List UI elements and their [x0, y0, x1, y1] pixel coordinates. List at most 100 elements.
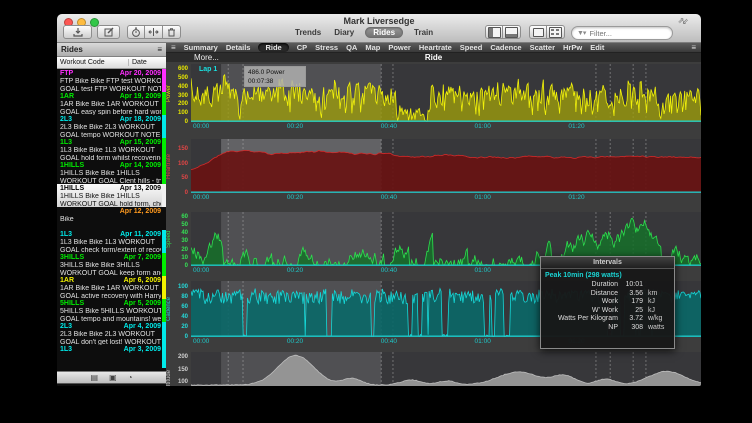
- ytick-label: 100: [178, 379, 188, 385]
- refresh-icon[interactable]: ◔: [128, 373, 133, 383]
- filter-funnel-icon: ▼▾: [577, 29, 585, 37]
- tab-edit[interactable]: Edit: [590, 43, 604, 52]
- ride-date: Apr 18, 2009: [120, 116, 161, 124]
- tab-details[interactable]: Details: [226, 43, 251, 52]
- sidebar-menu-icon[interactable]: ≡: [157, 45, 162, 54]
- ride-list-item[interactable]: 2L3Apr 18, 20092L3 Bike Bike 2L3 WORKOUT…: [57, 115, 166, 138]
- interval-stat-value: 25: [623, 307, 643, 316]
- ride-item-header: 1L3Apr 3, 2009: [60, 346, 161, 354]
- nav-tab-diary[interactable]: Diary: [332, 27, 356, 38]
- chart-tabbar: ≡ Summary Details Ride CP Stress QA Map Power Hea…: [166, 43, 701, 53]
- ride-date: Apr 4, 2009: [124, 323, 161, 331]
- bottombar-toggle-button[interactable]: [503, 25, 521, 39]
- tiled-view-button[interactable]: [547, 25, 565, 39]
- ride-item-header: 5HILLSApr 5, 2009: [60, 300, 161, 308]
- tab-power[interactable]: Power: [388, 43, 411, 52]
- chart-heartrate-plot[interactable]: [191, 139, 701, 193]
- tab-summary[interactable]: Summary: [184, 43, 218, 52]
- folder-icon[interactable]: ▣: [109, 373, 117, 383]
- tabbar-menu-right-icon[interactable]: ≡: [691, 43, 696, 52]
- ride-item-header: FTPApr 20, 2009: [60, 70, 161, 78]
- ride-list-item[interactable]: 1ARApr 19, 20091AR Bike Bike 1AR WORKOUT…: [57, 92, 166, 115]
- interval-stat-label: Duration: [541, 281, 623, 290]
- ride-date: Apr 13, 2009: [120, 185, 161, 193]
- nav-tab-rides[interactable]: Rides: [365, 27, 403, 38]
- ride-description-line: 1AR Bike Bike 1AR WORKOUT: [60, 285, 161, 293]
- ride-description-line: FTP Bike Bike FTP test WORKOUT: [60, 78, 161, 86]
- intervals-panel-title[interactable]: Intervals: [541, 257, 674, 269]
- fullscreen-icon[interactable]: ⇗⇗: [678, 17, 689, 25]
- sidebar-toggle-button[interactable]: [485, 25, 503, 39]
- ytick-label: 0: [185, 119, 188, 125]
- stopwatch-button[interactable]: [127, 25, 145, 39]
- sidebar-toggle-icon: [488, 27, 501, 38]
- tooltip-time-value: 00:07:38: [248, 77, 302, 86]
- ride-description-line: 1L3 Bike Bike 1L3 WORKOUT: [60, 239, 161, 247]
- ride-list-item[interactable]: 5HILLSApr 5, 20095HILLS Bike 5HILLS WORK…: [57, 299, 166, 322]
- ytick-label: 200: [178, 354, 188, 360]
- xtick-label: 00:00: [193, 123, 209, 130]
- ride-description-line: 3HILLS Bike Bike 3HILLS: [60, 262, 161, 270]
- ride-list-item[interactable]: 1ARApr 6, 20091AR Bike Bike 1AR WORKOUTG…: [57, 276, 166, 299]
- tab-hrpw[interactable]: HrPw: [563, 43, 582, 52]
- sidebar-column-headers: Workout Code Date: [57, 57, 166, 69]
- tab-cadence[interactable]: Cadence: [490, 43, 521, 52]
- calendar-icon[interactable]: ▤: [91, 373, 99, 383]
- sidebar-header: Rides ≡: [57, 43, 166, 57]
- column-date[interactable]: Date: [129, 59, 166, 66]
- ytick-label: 300: [178, 93, 188, 99]
- ytick-label: 50: [181, 175, 188, 181]
- ytick-label: 0: [185, 190, 188, 196]
- ride-list-item[interactable]: 1L3Apr 11, 20091L3 Bike Bike 1L3 WORKOUT…: [57, 230, 166, 253]
- stopwatch-icon: [131, 27, 141, 37]
- filter-input[interactable]: [587, 28, 666, 39]
- manual-entry-button[interactable]: [97, 25, 120, 39]
- ride-description-line: 1L3 Bike Bike 1L3 WORKOUT: [60, 147, 161, 155]
- column-workout-code[interactable]: Workout Code: [57, 59, 129, 66]
- import-activity-button[interactable]: [63, 25, 92, 39]
- ytick-label: 80: [181, 294, 188, 300]
- chart-heartrate: Heartrate05010015000:0000:2000:4001:0001…: [166, 139, 701, 204]
- chart-cadence-yaxis: Cadence020406080100: [166, 281, 191, 337]
- ytick-label: 0: [185, 334, 188, 340]
- tab-scatter[interactable]: Scatter: [530, 43, 555, 52]
- ytick-label: 10: [181, 255, 188, 261]
- tab-qa[interactable]: QA: [346, 43, 357, 52]
- ride-list-item[interactable]: 1L3Apr 3, 2009: [57, 345, 166, 368]
- ride-list-item[interactable]: 1HILLSApr 13, 20091HILLS Bike Bike 1HILL…: [57, 184, 166, 207]
- ride-list-item[interactable]: 2L3Apr 4, 20092L3 Bike Bike 2L3 WORKOUTG…: [57, 322, 166, 345]
- tab-ride[interactable]: Ride: [258, 43, 288, 52]
- lowbar-toggle-icon: [533, 28, 544, 37]
- nav-tab-train[interactable]: Train: [412, 27, 435, 38]
- ride-item-header: 1L3Apr 11, 2009: [60, 231, 161, 239]
- tabbar-menu-left-icon[interactable]: ≡: [171, 43, 176, 52]
- split-activity-button[interactable]: [145, 25, 163, 39]
- tab-stress[interactable]: Stress: [315, 43, 338, 52]
- chart-power-plotwrap: Lap 1486.0 Power00:07:38: [191, 64, 701, 122]
- tab-speed[interactable]: Speed: [460, 43, 483, 52]
- ride-list-item[interactable]: 1L3Apr 15, 20091L3 Bike Bike 1L3 WORKOUT…: [57, 138, 166, 161]
- ride-item-header: 2L3Apr 4, 2009: [60, 323, 161, 331]
- ride-list-item[interactable]: Apr 12, 2009Bike: [57, 207, 166, 230]
- more-link[interactable]: More...: [194, 53, 219, 62]
- interval-stat-value: 308: [623, 324, 643, 333]
- lowbar-toggle-button[interactable]: [529, 25, 547, 39]
- tab-heartrate[interactable]: Heartrate: [419, 43, 452, 52]
- xtick-label: 00:00: [193, 194, 209, 201]
- nav-tab-trends[interactable]: Trends: [293, 27, 323, 38]
- tab-map[interactable]: Map: [365, 43, 380, 52]
- ride-workout-code: 1AR: [60, 93, 74, 101]
- filter-field[interactable]: ▼▾: [571, 26, 673, 40]
- ride-list-item[interactable]: FTPApr 20, 2009FTP Bike Bike FTP test WO…: [57, 69, 166, 92]
- delete-activity-button[interactable]: [163, 25, 181, 39]
- xtick-label: 00:40: [381, 267, 397, 274]
- view-switcher: Trends Diary Rides Train: [293, 27, 435, 38]
- ride-list-item[interactable]: 1HILLSApr 14, 20091HILLS Bike Bike 1HILL…: [57, 161, 166, 184]
- interval-stat-value: 3.56: [623, 290, 643, 299]
- ytick-label: 20: [181, 324, 188, 330]
- interval-stat-row: Watts Per Kilogram3.72w/kg: [541, 315, 674, 324]
- tab-cp[interactable]: CP: [297, 43, 307, 52]
- chart-altitude-plot[interactable]: [191, 352, 701, 386]
- ytick-label: 150: [178, 367, 188, 373]
- ride-list-item[interactable]: 3HILLSApr 7, 20093HILLS Bike Bike 3HILLS…: [57, 253, 166, 276]
